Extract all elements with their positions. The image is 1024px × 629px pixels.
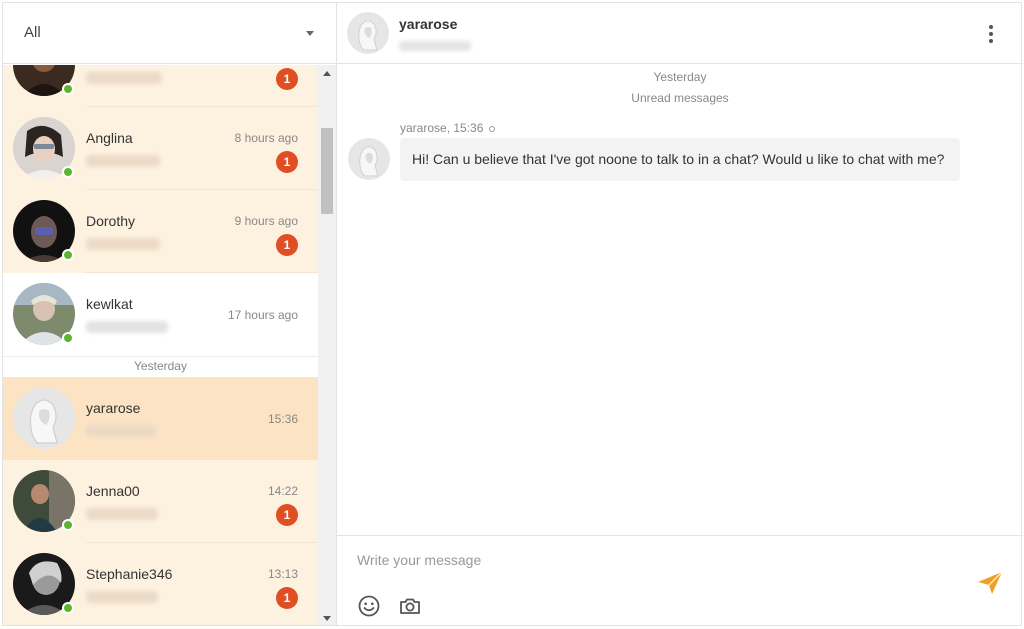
conversation-row[interactable]: Anglina 8 hours ago 1 bbox=[3, 107, 318, 190]
last-message-time: 14:22 bbox=[267, 484, 298, 498]
last-message-time: 13:13 bbox=[267, 567, 298, 581]
message-preview bbox=[86, 238, 160, 250]
avatar bbox=[13, 387, 75, 449]
online-indicator bbox=[62, 332, 74, 344]
message-preview bbox=[86, 72, 162, 84]
contact-name: yararose bbox=[86, 400, 141, 416]
conversation-list: 1 Anglina 8 hours ago 1 Dorothy 9 hours … bbox=[3, 65, 318, 625]
online-indicator bbox=[62, 519, 74, 531]
last-message-time: 9 hours ago bbox=[234, 214, 298, 228]
smiley-icon[interactable] bbox=[357, 594, 381, 618]
message-sender-time: yararose, 15:36 bbox=[400, 121, 484, 135]
contact-name: Stephanie346 bbox=[86, 566, 173, 582]
avatar bbox=[348, 138, 390, 180]
chat-app: All 1 Anglina 8 hours ago 1 Dorothy 9 ho… bbox=[2, 2, 1023, 626]
chevron-down-icon bbox=[306, 31, 314, 36]
day-label: Yesterday bbox=[653, 70, 707, 84]
message-input[interactable] bbox=[357, 548, 917, 572]
conversation-row[interactable]: Jenna00 14:22 1 bbox=[3, 460, 318, 543]
conversation-panel: All 1 Anglina 8 hours ago 1 Dorothy 9 ho… bbox=[3, 3, 337, 625]
message-preview bbox=[86, 321, 168, 333]
message-preview bbox=[86, 508, 158, 520]
contact-name: Jenna00 bbox=[86, 483, 140, 499]
message-area: Yesterday Unread messages yararose, 15:3… bbox=[337, 65, 1023, 535]
unread-badge: 1 bbox=[276, 68, 298, 90]
contact-status bbox=[399, 41, 471, 51]
conversation-row[interactable]: Dorothy 9 hours ago 1 bbox=[3, 190, 318, 273]
message-preview bbox=[86, 425, 156, 437]
filter-selected-label: All bbox=[24, 24, 41, 41]
kebab-menu-icon[interactable] bbox=[983, 23, 999, 45]
scroll-up-icon[interactable] bbox=[323, 71, 331, 76]
online-indicator bbox=[62, 249, 74, 261]
last-message-time: 15:36 bbox=[267, 412, 298, 426]
conversation-scrollbar[interactable] bbox=[318, 65, 336, 625]
conversation-row[interactable]: kewlkat 17 hours ago bbox=[3, 273, 318, 356]
date-separator: Yesterday bbox=[3, 356, 318, 377]
message-preview bbox=[86, 155, 160, 167]
contact-name: Anglina bbox=[86, 130, 133, 146]
online-indicator bbox=[62, 166, 74, 178]
last-message-time: 17 hours ago bbox=[227, 308, 298, 322]
message-meta: yararose, 15:36 bbox=[400, 121, 496, 135]
message-preview bbox=[86, 591, 158, 603]
unread-messages-label: Unread messages bbox=[631, 91, 729, 105]
contact-name: kewlkat bbox=[86, 296, 133, 312]
chat-header: yararose bbox=[337, 3, 1023, 64]
scroll-down-icon[interactable] bbox=[323, 616, 331, 621]
conversation-row-selected[interactable]: yararose 15:36 bbox=[3, 377, 318, 460]
unread-badge: 1 bbox=[276, 151, 298, 173]
message-composer bbox=[337, 535, 1023, 625]
send-icon[interactable] bbox=[977, 571, 1003, 595]
avatar[interactable] bbox=[347, 12, 389, 54]
conversation-row[interactable]: 1 bbox=[3, 65, 318, 107]
unread-badge: 1 bbox=[276, 504, 298, 526]
read-status-icon bbox=[489, 125, 496, 132]
last-message-time: 8 hours ago bbox=[234, 131, 298, 145]
unread-badge: 1 bbox=[276, 234, 298, 256]
filter-dropdown[interactable]: All bbox=[3, 3, 336, 64]
contact-name: Dorothy bbox=[86, 213, 136, 229]
camera-icon[interactable] bbox=[398, 594, 422, 618]
conversation-row[interactable]: Stephanie346 13:13 1 bbox=[3, 543, 318, 625]
unread-badge: 1 bbox=[276, 587, 298, 609]
message-bubble: Hi! Can u believe that I've got noone to… bbox=[400, 138, 960, 181]
online-indicator bbox=[62, 602, 74, 614]
chat-contact-name[interactable]: yararose bbox=[399, 16, 457, 32]
scrollbar-thumb[interactable] bbox=[321, 128, 333, 214]
online-indicator bbox=[62, 83, 74, 95]
chat-panel: yararose Yesterday Unread messages yarar… bbox=[337, 3, 1023, 625]
